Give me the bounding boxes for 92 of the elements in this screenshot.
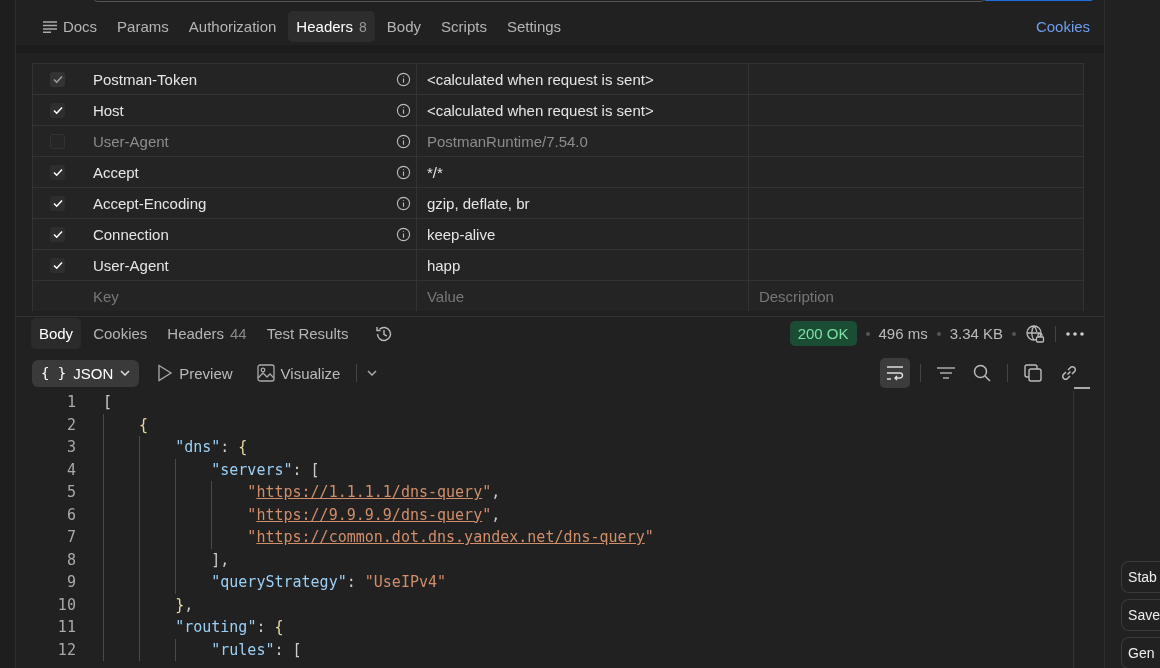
checkbox[interactable] [50, 257, 66, 273]
response-tab[interactable]: Body [30, 318, 82, 349]
code-line: "rules": [ [102, 638, 1074, 661]
checkmark-icon [51, 228, 64, 240]
header-key: Accept [92, 163, 139, 181]
checkmark-icon [51, 73, 64, 85]
line-number: 2 [65, 414, 76, 436]
header-key: User-Agent [92, 132, 169, 150]
code-line: "servers": [ [102, 458, 1074, 481]
header-value: keep-alive [426, 225, 496, 243]
line-number: 8 [65, 549, 76, 571]
code-line: "https://1.1.1.1/dns-query", [102, 481, 1074, 504]
checkmark-icon [51, 197, 64, 209]
key-placeholder[interactable]: Key [92, 287, 119, 305]
info-icon [395, 226, 411, 242]
caret-icon[interactable] [367, 370, 378, 376]
preview-button[interactable]: Preview [151, 360, 239, 386]
status-badge: 200 OK [789, 321, 857, 346]
code-line: "queryStrategy": "UseIPv4" [102, 571, 1074, 594]
checkmark-icon [51, 259, 64, 271]
info-icon [395, 195, 411, 211]
line-number: 3 [65, 437, 76, 458]
format-dropdown[interactable]: { } JSON [31, 359, 140, 387]
search-icon [972, 363, 993, 383]
code-line: ], [102, 548, 1074, 571]
line-number: 5 [65, 482, 76, 503]
code-line: "https://common.dot.dns.yandex.net/dns-query" [102, 526, 1074, 549]
caret-icon [120, 370, 131, 376]
line-number: 12 [56, 639, 76, 661]
checkbox[interactable] [50, 71, 66, 87]
header-value: <calculated when request is sent> [426, 101, 654, 119]
request-tab[interactable]: Authorization [180, 11, 285, 42]
header-key: Connection [92, 225, 169, 243]
info-icon [395, 71, 411, 87]
image-icon [256, 364, 275, 382]
line-number: 1 [65, 392, 76, 413]
header-value: <calculated when request is sent> [426, 70, 654, 88]
response-size: 3.34 KB [949, 325, 1004, 342]
suggestion-button[interactable]: Save [1121, 599, 1160, 631]
menu-icon [42, 20, 57, 33]
code-line: "https://9.9.9.9/dns-query", [102, 503, 1074, 526]
line-number: 11 [56, 617, 76, 638]
header-value: happ [426, 256, 461, 274]
response-tab[interactable]: Cookies [85, 318, 156, 349]
globe-lock-icon[interactable] [1025, 323, 1046, 344]
suggestion-button[interactable]: Stab [1121, 561, 1160, 593]
filter-icon [936, 366, 957, 380]
header-key: User-Agent [92, 256, 169, 274]
checkmark-icon [51, 166, 64, 178]
checkbox[interactable] [50, 102, 66, 118]
info-icon [395, 133, 411, 149]
code-line: [ [102, 392, 113, 413]
cookies-link[interactable]: Cookies [1035, 18, 1091, 35]
scrollbar[interactable] [1074, 387, 1091, 389]
request-tab[interactable]: Docs [34, 11, 106, 42]
wrap-icon [885, 365, 906, 381]
code-line: }, [102, 593, 1074, 616]
header-key: Accept-Encoding [92, 194, 207, 212]
line-number: 9 [65, 572, 76, 593]
header-value: */* [426, 163, 443, 181]
header-value: PostmanRuntime/7.54.0 [426, 132, 588, 150]
line-number: 10 [56, 594, 76, 616]
checkbox[interactable] [50, 226, 66, 242]
checkmark-icon [51, 104, 64, 116]
copy-icon [1023, 363, 1044, 383]
description-placeholder[interactable]: Description [758, 287, 834, 305]
request-tab[interactable]: Params [109, 11, 177, 42]
header-key: Postman-Token [92, 70, 198, 88]
value-placeholder[interactable]: Value [426, 287, 465, 305]
line-number: 7 [65, 527, 76, 548]
header-value: gzip, deflate, br [426, 194, 530, 212]
wrap-lines-button[interactable] [880, 358, 911, 388]
code-line: { [102, 413, 1074, 436]
info-icon [395, 102, 411, 118]
request-tab[interactable]: Headers 8 [288, 11, 375, 42]
header-key: Host [92, 101, 124, 119]
checkbox[interactable] [50, 195, 66, 211]
request-tab[interactable]: Settings [498, 11, 570, 42]
response-tab[interactable]: Test Results [258, 318, 357, 349]
play-icon [157, 364, 174, 382]
visualize-button[interactable]: Visualize [250, 360, 347, 386]
line-number: 6 [65, 504, 76, 526]
info-icon [395, 164, 411, 180]
line-number: 4 [65, 459, 76, 481]
more-icon[interactable] [1066, 331, 1085, 336]
code-line: "dns": { [102, 436, 1074, 459]
request-tab[interactable]: Scripts [433, 11, 495, 42]
checkbox[interactable] [50, 164, 66, 180]
response-time: 496 ms [878, 325, 928, 342]
code-line: "routing": { [102, 616, 1074, 639]
request-tab[interactable]: Body [378, 11, 430, 42]
response-tab[interactable]: Headers 44 [159, 318, 255, 349]
